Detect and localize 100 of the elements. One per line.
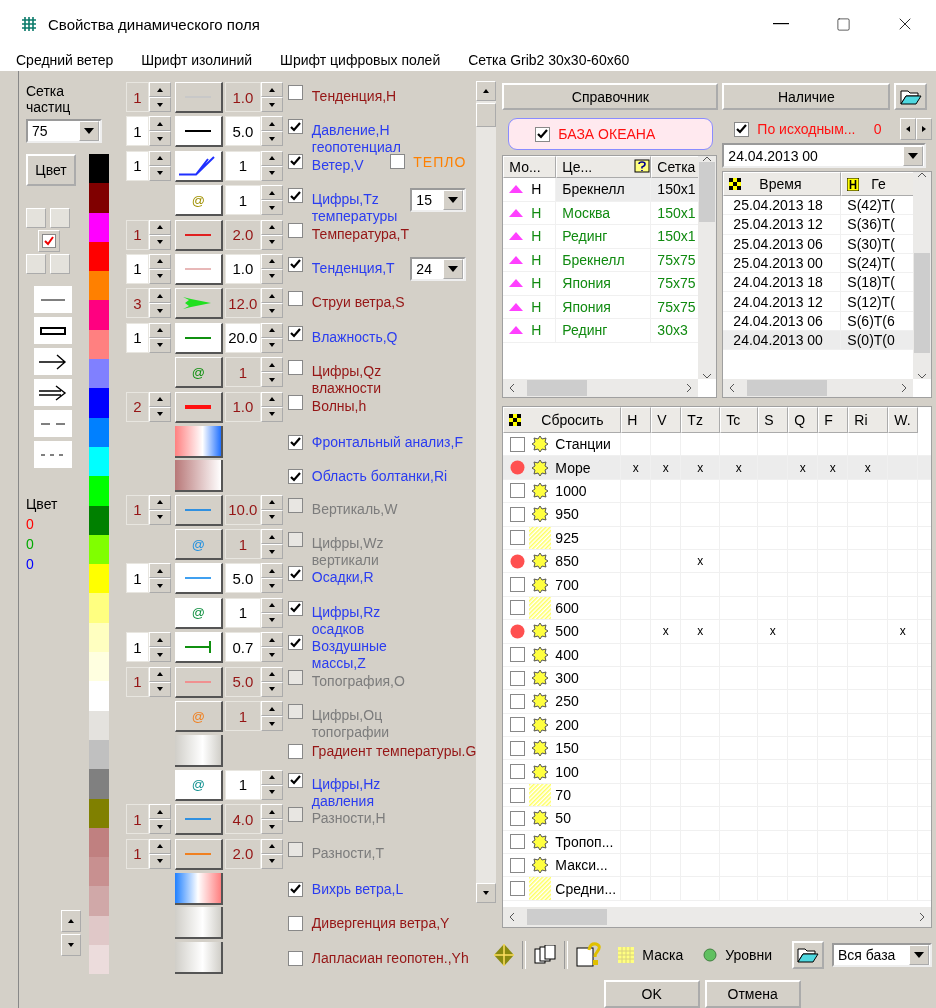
- table-row[interactable]: 150: [503, 737, 931, 761]
- value-field[interactable]: 1.0: [224, 82, 261, 112]
- value-field[interactable]: 1: [224, 150, 261, 181]
- column-header[interactable]: Tz: [681, 407, 721, 433]
- column-header[interactable]: H: [621, 407, 652, 433]
- layer-label: Лапласиан геопотен.,Yh: [311, 949, 469, 966]
- table-row[interactable]: 25.04.2013 18 S(42)T(: [723, 196, 913, 216]
- column-header[interactable]: W.: [888, 407, 919, 433]
- table-row[interactable]: Макси...: [503, 854, 931, 878]
- table-row[interactable]: 925: [503, 526, 931, 550]
- table-row[interactable]: 24.04.2013 06 S(6)T(6: [723, 311, 913, 332]
- count-field[interactable]: 1: [125, 150, 149, 181]
- color-button[interactable]: Цвет: [26, 154, 76, 186]
- table-row[interactable]: 100: [503, 760, 931, 784]
- table-row[interactable]: 1000: [503, 479, 931, 504]
- column-header[interactable]: Сетка: [651, 156, 699, 178]
- count-field[interactable]: 1: [125, 563, 149, 594]
- table-row[interactable]: 200: [503, 713, 931, 738]
- count-field[interactable]: 3: [125, 288, 149, 319]
- table-row[interactable]: H Брекнелл 75x75: [503, 248, 699, 272]
- column-header[interactable]: S: [758, 407, 789, 433]
- table-row[interactable]: 25.04.2013 06 S(30)T(: [723, 234, 913, 254]
- value-field[interactable]: 12.0: [224, 288, 261, 319]
- value-field[interactable]: 1: [224, 185, 261, 216]
- table-row[interactable]: 400: [503, 643, 931, 667]
- column-header[interactable]: Ге: [841, 172, 913, 196]
- period-dropdown[interactable]: 24: [410, 256, 467, 281]
- table-row[interactable]: 300: [503, 666, 931, 691]
- availability-button[interactable]: Наличие: [722, 83, 891, 110]
- menu-item[interactable]: Шрифт цифровых полей: [276, 49, 445, 70]
- layer-label: Цифры,Oц топографии: [311, 707, 391, 742]
- table-row[interactable]: H Рединг 150x1: [503, 225, 699, 249]
- table-row[interactable]: Средни...: [503, 877, 931, 901]
- value-field[interactable]: 1: [224, 769, 261, 800]
- table-row[interactable]: 24.04.2013 12 S(12)T(: [723, 292, 913, 312]
- count-field[interactable]: 1: [125, 219, 149, 250]
- level-name: 150: [555, 740, 579, 757]
- value-field[interactable]: 20.0: [224, 322, 261, 353]
- table-row[interactable]: Море x x x x x x x: [503, 456, 931, 480]
- table-row[interactable]: H Москва 150x1: [503, 201, 699, 225]
- field-summary: S(18)T(: [847, 274, 895, 291]
- reset-button[interactable]: Сбросить: [503, 407, 622, 433]
- layer-label: Цифры,Wz вертикали: [311, 535, 385, 570]
- value-field[interactable]: 1.0: [224, 253, 261, 284]
- ok-button[interactable]: OK: [603, 980, 700, 1008]
- table-row[interactable]: 70: [503, 783, 931, 808]
- table-row[interactable]: H Япония 75x75: [503, 272, 699, 296]
- column-header[interactable]: Ri: [848, 407, 889, 433]
- column-header[interactable]: Q: [788, 407, 819, 433]
- table-row[interactable]: 24.04.2013 00 S(0)T(0: [723, 331, 913, 351]
- table-row[interactable]: 500 x x x x: [503, 620, 931, 644]
- table-row[interactable]: 950: [503, 503, 931, 527]
- value-field[interactable]: 1: [224, 597, 261, 628]
- count-field[interactable]: 1: [125, 116, 149, 147]
- column-header[interactable]: Це...: [556, 156, 652, 178]
- column-header[interactable]: V: [651, 407, 682, 433]
- column-header[interactable]: F: [818, 407, 849, 433]
- value-field[interactable]: 1.0: [224, 391, 261, 422]
- value-field[interactable]: 0.7: [224, 632, 261, 663]
- value-field[interactable]: 5.0: [224, 116, 261, 147]
- menu-item[interactable]: Сетка Grib2 30x30-60x60: [464, 49, 634, 70]
- table-row[interactable]: Тропоп...: [503, 830, 931, 855]
- count-field[interactable]: 1: [125, 632, 149, 663]
- value-field[interactable]: 2.0: [224, 219, 261, 250]
- value-field[interactable]: 1: [224, 357, 261, 388]
- reference-button[interactable]: Справочник: [502, 83, 719, 110]
- time-text: 24.04.2013 00: [733, 332, 823, 349]
- model-type: H: [531, 181, 542, 198]
- value-field[interactable]: 5.0: [224, 563, 261, 594]
- cancel-button[interactable]: Отмена: [704, 980, 801, 1008]
- table-row[interactable]: 700: [503, 573, 931, 597]
- column-header[interactable]: Мо...: [503, 156, 557, 178]
- count-field[interactable]: 1: [125, 82, 149, 112]
- table-row[interactable]: 600: [503, 596, 931, 621]
- table-row[interactable]: 25.04.2013 00 S(24)T(: [723, 253, 913, 274]
- grid-size: 150x1: [657, 228, 696, 245]
- grid-dropdown[interactable]: 75: [26, 119, 102, 143]
- column-header[interactable]: Время: [723, 172, 842, 196]
- scope-dropdown[interactable]: Вся база: [832, 943, 932, 967]
- menu-item[interactable]: Шрифт изолиний: [137, 49, 257, 70]
- time-text: 25.04.2013 12: [733, 216, 823, 233]
- count-field[interactable]: 1: [125, 322, 149, 353]
- count-field[interactable]: 2: [125, 391, 149, 422]
- date-dropdown[interactable]: 24.04.2013 00: [722, 143, 927, 168]
- table-row[interactable]: 850 x: [503, 549, 931, 574]
- table-row[interactable]: 24.04.2013 18 S(18)T(: [723, 273, 913, 293]
- count-field[interactable]: 1: [125, 253, 149, 284]
- line-style-button[interactable]: @: [174, 597, 223, 629]
- column-header[interactable]: Tc: [720, 407, 759, 433]
- period-dropdown[interactable]: 15: [410, 188, 467, 213]
- table-row[interactable]: 25.04.2013 12 S(36)T(: [723, 215, 913, 235]
- table-row[interactable]: H Брекнелл 150x1: [503, 178, 699, 202]
- table-row[interactable]: 250: [503, 690, 931, 714]
- table-row[interactable]: H Япония 75x75: [503, 295, 699, 319]
- time-text: 24.04.2013 06: [733, 312, 823, 329]
- menu-item[interactable]: Средний ветер: [12, 49, 118, 70]
- table-row[interactable]: H Рединг 30x3: [503, 319, 699, 343]
- line-style-button[interactable]: @: [174, 769, 223, 801]
- table-row[interactable]: 50: [503, 807, 931, 831]
- table-row[interactable]: Станции: [503, 433, 931, 457]
